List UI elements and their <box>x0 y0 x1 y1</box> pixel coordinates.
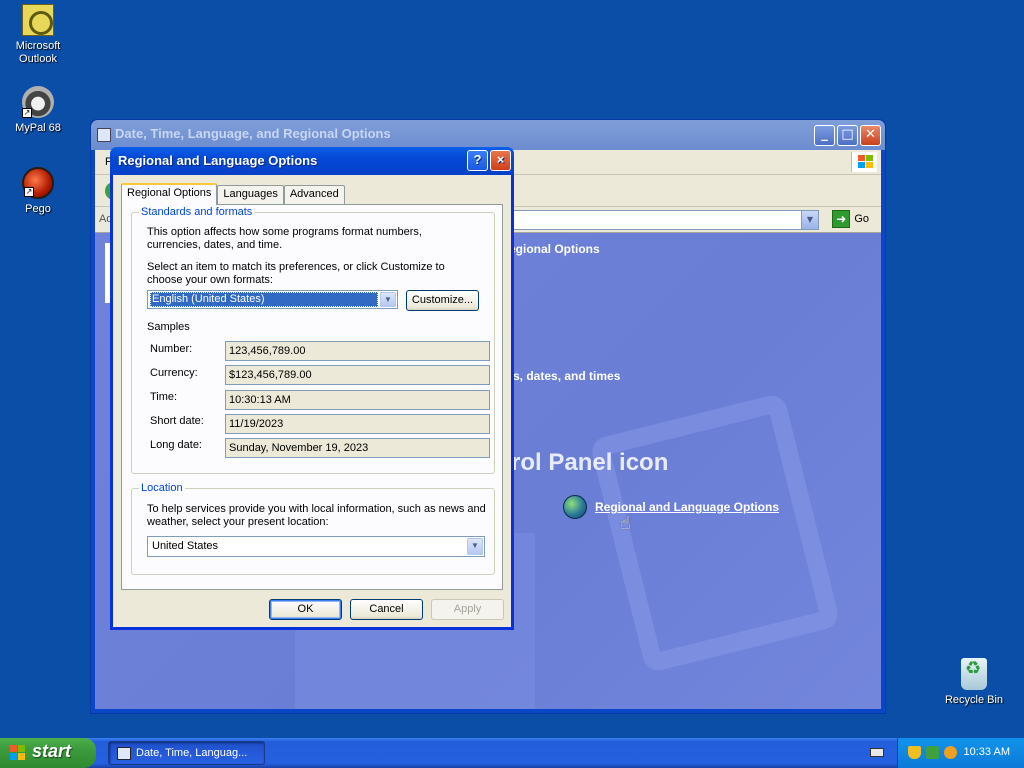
control-panel-icon <box>117 747 131 760</box>
desktop-icon-label: MyPal 68 <box>15 122 61 134</box>
shortcut-arrow-icon: ↗ <box>22 108 32 118</box>
pego-icon: ↗ <box>22 167 54 199</box>
location-select-value: United States <box>152 540 219 552</box>
chevron-down-icon[interactable]: ▼ <box>467 538 483 555</box>
system-tray: 10:33 AM <box>897 738 1024 768</box>
tab-strip: Regional Options Languages Advanced <box>121 183 345 205</box>
network-icon[interactable] <box>926 746 939 759</box>
tab-regional-options[interactable]: Regional Options <box>121 183 218 205</box>
format-select[interactable]: English (United States) ▼ <box>147 290 398 309</box>
ok-button[interactable]: OK <box>269 599 342 620</box>
shortcut-arrow-icon: ↗ <box>24 187 34 197</box>
close-button[interactable]: ✕ <box>860 125 881 146</box>
explorer-window-controls: _ □ ✕ <box>814 125 881 146</box>
minimize-button[interactable]: _ <box>814 125 835 146</box>
outlook-icon <box>22 4 54 36</box>
taskbar-item-label: Date, Time, Languag... <box>136 747 248 759</box>
regional-language-dialog[interactable]: Regional and Language Options ? × Region… <box>110 147 514 630</box>
address-input[interactable]: ▼ <box>505 210 819 230</box>
number-sample-field: 123,456,789.00 <box>225 341 490 361</box>
desktop-icon-mypal[interactable]: ↗ MyPal 68 <box>0 86 76 135</box>
apply-button[interactable]: Apply <box>431 599 504 620</box>
desktop-icon-label: Microsoft Outlook <box>15 40 61 65</box>
location-description: To help services provide you with local … <box>147 503 486 528</box>
dialog-close-button[interactable]: × <box>490 150 511 171</box>
windows-logo-icon <box>851 152 877 172</box>
format-select-value: English (United States) <box>150 292 378 307</box>
standards-formats-group: Standards and formats This option affect… <box>131 206 495 474</box>
group-legend: Standards and formats <box>139 206 255 218</box>
category-text: s, dates, and times <box>513 369 621 383</box>
time-sample-field: 10:30:13 AM <box>225 390 490 410</box>
desktop-icon-outlook[interactable]: Microsoft Outlook <box>0 4 76 66</box>
number-label: Number: <box>150 343 193 355</box>
dialog-title: Regional and Language Options <box>118 153 318 168</box>
currency-label: Currency: <box>150 367 198 379</box>
dialog-window-controls: ? × <box>467 150 511 171</box>
desktop-icon-pego[interactable]: ↗ Pego <box>0 167 76 216</box>
select-format-instructions: Select an item to match its preferences,… <box>147 261 445 286</box>
taskbar: start Date, Time, Languag... 10:33 AM <box>0 738 1024 768</box>
control-panel-icon <box>97 128 111 142</box>
samples-label: Samples <box>147 321 190 333</box>
regional-options-panel: Standards and formats This option affect… <box>121 204 503 590</box>
hand-cursor-icon: ☝ <box>620 513 631 534</box>
cancel-button[interactable]: Cancel <box>350 599 423 620</box>
chevron-down-icon[interactable]: ▼ <box>380 292 396 307</box>
explorer-title: Date, Time, Language, and Regional Optio… <box>91 120 885 150</box>
short-date-sample-field: 11/19/2023 <box>225 414 490 434</box>
go-button[interactable]: ➜ Go <box>832 210 869 228</box>
tab-advanced[interactable]: Advanced <box>283 185 345 204</box>
go-arrow-icon: ➜ <box>832 210 851 228</box>
desktop-icon-recycle-bin[interactable]: Recycle Bin <box>936 658 1012 707</box>
chevron-down-icon[interactable]: ▼ <box>801 211 818 229</box>
pane-heading: egional Options <box>509 242 600 256</box>
location-group: Location To help services provide you wi… <box>131 482 495 575</box>
customize-button[interactable]: Customize... <box>406 290 479 311</box>
mypal-icon: ↗ <box>22 86 54 118</box>
maximize-button[interactable]: □ <box>837 125 858 146</box>
standards-description: This option affects how some programs fo… <box>147 226 422 251</box>
start-label: start <box>32 741 72 761</box>
desktop-icon-label: Pego <box>25 203 51 215</box>
recycle-bin-icon <box>961 658 987 690</box>
section-heading: rol Panel icon <box>511 449 669 476</box>
keyboard-icon[interactable] <box>870 748 884 757</box>
help-button[interactable]: ? <box>467 150 488 171</box>
start-button[interactable]: start <box>0 738 96 768</box>
time-label: Time: <box>150 391 178 403</box>
group-legend: Location <box>139 482 185 494</box>
security-shield-icon[interactable] <box>908 746 921 759</box>
link-label: Regional and Language Options <box>595 500 780 514</box>
location-select[interactable]: United States ▼ <box>147 536 485 557</box>
globe-icon <box>563 495 587 519</box>
go-label: Go <box>854 213 869 225</box>
clock[interactable]: 10:33 AM <box>964 746 1010 758</box>
regional-language-options-link[interactable]: Regional and Language Options <box>563 495 779 519</box>
windows-logo-icon <box>10 745 26 761</box>
tab-languages[interactable]: Languages <box>217 185 284 204</box>
desktop-icon-label: Recycle Bin <box>944 694 1004 706</box>
search-icon[interactable] <box>944 746 957 759</box>
dialog-title-bar[interactable]: Regional and Language Options ? × <box>110 147 514 175</box>
short-date-label: Short date: <box>150 415 204 427</box>
long-date-label: Long date: <box>150 439 202 451</box>
currency-sample-field: $123,456,789.00 <box>225 365 490 385</box>
taskbar-item-date-time[interactable]: Date, Time, Languag... <box>108 741 265 765</box>
long-date-sample-field: Sunday, November 19, 2023 <box>225 438 490 458</box>
